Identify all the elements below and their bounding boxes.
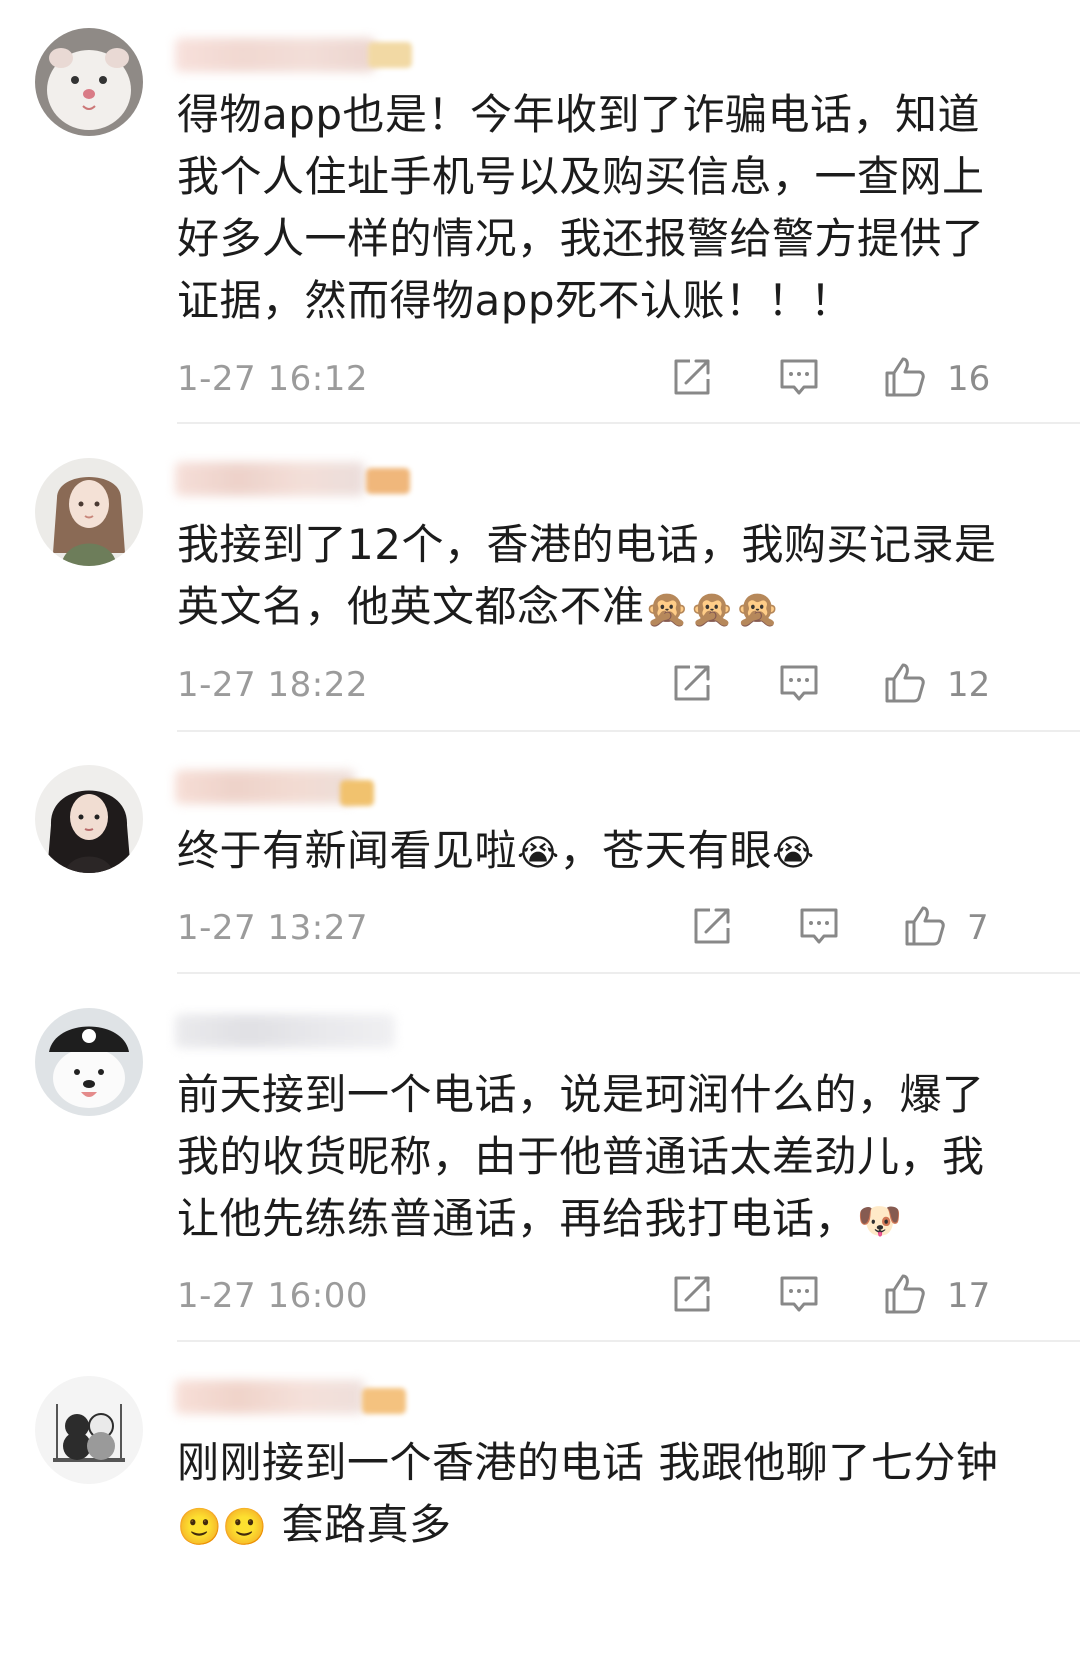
comment-meta: 1-27 16:00 17 bbox=[177, 1264, 992, 1324]
share-icon[interactable] bbox=[690, 904, 734, 948]
like-icon[interactable] bbox=[903, 904, 947, 948]
user-badge bbox=[340, 780, 374, 806]
share-icon[interactable] bbox=[670, 661, 714, 705]
divider bbox=[177, 1340, 1080, 1342]
crying-emoji: 😭 bbox=[517, 833, 560, 874]
reply-icon[interactable] bbox=[777, 1272, 821, 1316]
like-count: 7 bbox=[967, 908, 989, 948]
user-badge bbox=[368, 42, 412, 68]
comment-meta: 1-27 13:27 7 bbox=[177, 896, 992, 956]
monkey-emoji: 🙊🙊🙊 bbox=[644, 589, 781, 630]
crying-emoji: 😭 bbox=[772, 833, 815, 874]
username-blurred[interactable] bbox=[175, 462, 365, 496]
comment-body-continued: 套路真多 bbox=[267, 1500, 452, 1549]
couple-avatar-icon bbox=[35, 1376, 143, 1484]
doge-emoji: 🐶 bbox=[857, 1201, 903, 1242]
username-blurred[interactable] bbox=[175, 770, 355, 804]
divider bbox=[177, 972, 1080, 974]
smile-emoji: 🙂🙂 bbox=[177, 1507, 268, 1548]
dark-hair-girl-avatar-icon bbox=[35, 765, 143, 873]
pirate-dog-avatar-icon bbox=[35, 1008, 143, 1116]
share-icon[interactable] bbox=[670, 1272, 714, 1316]
like-count: 17 bbox=[947, 1276, 991, 1316]
comment-body: 我接到了12个，香港的电话，我购买记录是英文名，他英文都念不准 bbox=[177, 520, 997, 631]
reply-icon[interactable] bbox=[777, 355, 821, 399]
like-icon[interactable] bbox=[883, 661, 927, 705]
reply-icon[interactable] bbox=[777, 661, 821, 705]
hamster-avatar-icon bbox=[35, 28, 143, 136]
comment-text: 刚刚接到一个香港的电话 我跟他聊了七分钟 🙂🙂 套路真多 bbox=[177, 1432, 1007, 1559]
like-count: 16 bbox=[947, 359, 991, 399]
user-badge bbox=[362, 1388, 406, 1414]
user-badge bbox=[366, 468, 410, 494]
comment-body-continued: ，苍天有眼 bbox=[559, 826, 773, 875]
comment-time: 1-27 18:22 bbox=[177, 665, 368, 705]
comment-time: 1-27 16:12 bbox=[177, 359, 368, 399]
comment-time: 1-27 16:00 bbox=[177, 1276, 368, 1316]
avatar[interactable] bbox=[35, 765, 143, 873]
comment-body: 终于有新闻看见啦 bbox=[177, 826, 518, 875]
reply-icon[interactable] bbox=[797, 904, 841, 948]
username-blurred[interactable] bbox=[175, 1014, 395, 1048]
username-blurred[interactable] bbox=[175, 38, 375, 72]
username-blurred[interactable] bbox=[175, 1380, 365, 1414]
comment-meta: 1-27 16:12 16 bbox=[177, 347, 992, 407]
divider bbox=[177, 422, 1080, 424]
comment-text: 终于有新闻看见啦😭，苍天有眼😭 bbox=[177, 820, 1007, 885]
comment-time: 1-27 13:27 bbox=[177, 908, 368, 948]
like-icon[interactable] bbox=[883, 355, 927, 399]
girl-avatar-icon bbox=[35, 458, 143, 566]
divider bbox=[177, 730, 1080, 732]
comment-text: 得物app也是！今年收到了诈骗电话，知道我个人住址手机号以及购买信息，一查网上好… bbox=[177, 90, 985, 325]
like-count: 12 bbox=[947, 665, 991, 705]
share-icon[interactable] bbox=[670, 355, 714, 399]
comment-text: 我接到了12个，香港的电话，我购买记录是英文名，他英文都念不准🙊🙊🙊 bbox=[177, 514, 1007, 641]
comment-meta: 1-27 18:22 12 bbox=[177, 653, 992, 713]
comment-text: 前天接到一个电话，说是珂润什么的，爆了我的收货昵称，由于他普通话太差劲儿，我让他… bbox=[177, 1064, 1007, 1253]
like-icon[interactable] bbox=[883, 1272, 927, 1316]
avatar[interactable] bbox=[35, 1008, 143, 1116]
avatar[interactable] bbox=[35, 458, 143, 566]
avatar[interactable] bbox=[35, 28, 143, 136]
avatar[interactable] bbox=[35, 1376, 143, 1484]
comment-body: 刚刚接到一个香港的电话 我跟他聊了七分钟 bbox=[177, 1438, 999, 1487]
